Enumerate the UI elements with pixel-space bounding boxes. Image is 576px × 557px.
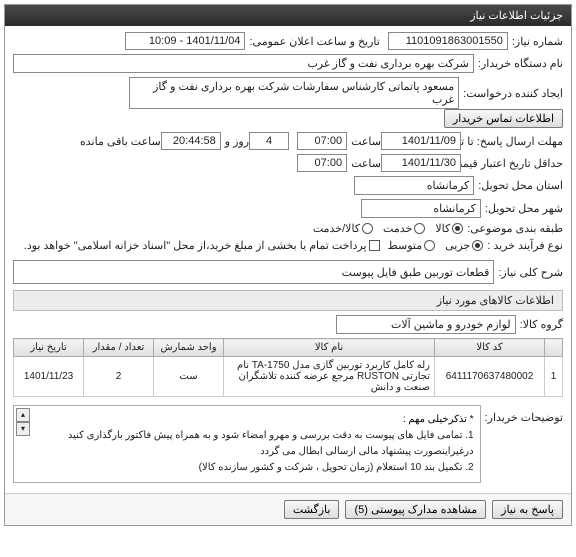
radio-goods-service-label: کالا/خدمت — [313, 222, 360, 235]
view-attachments-button[interactable]: مشاهده مدارک پیوستی (5) — [345, 500, 486, 519]
col-unit: واحد شمارش — [154, 339, 224, 357]
goods-table: کد کالا نام کالا واحد شمارش تعداد / مقدا… — [13, 338, 563, 397]
table-row[interactable]: 1 6411170637480002 رله کامل کاربرد توربی… — [14, 357, 563, 397]
cell-name: رله کامل کاربرد توربین گازی مدل TA-1750 … — [224, 357, 435, 397]
desc-label: شرح کلی نیاز: — [498, 266, 563, 279]
radio-medium[interactable]: متوسط — [388, 239, 436, 252]
col-name: نام کالا — [224, 339, 435, 357]
radio-goods-label: کالا — [435, 222, 450, 235]
deadline-time: 07:00 — [297, 132, 347, 150]
check-treasury[interactable]: پرداخت تمام یا بخشی از مبلغ خرید،از محل … — [20, 239, 380, 252]
radio-service[interactable]: خدمت — [383, 222, 425, 235]
need-no-label: شماره نیاز: — [512, 35, 563, 48]
radio-goods-service[interactable]: کالا/خدمت — [313, 222, 373, 235]
contact-buyer-button[interactable]: اطلاعات تماس خریدار — [444, 109, 563, 128]
cell-code: 6411170637480002 — [435, 357, 545, 397]
buyer-notes-label: توضیحات خریدار: — [485, 405, 563, 424]
cell-date: 1401/11/23 — [14, 357, 84, 397]
validity-time-label: ساعت — [351, 157, 381, 170]
radio-medium-label: متوسط — [388, 239, 423, 252]
cell-index: 1 — [545, 357, 563, 397]
city-value: کرمانشاه — [361, 199, 481, 218]
desc-value: قطعات توربین طبق فایل پیوست — [13, 260, 494, 284]
col-code: کد کالا — [435, 339, 545, 357]
class-label: طبقه بندی موضوعی: — [467, 222, 563, 235]
remain-suffix: ساعت باقی مانده — [80, 135, 161, 148]
validity-date: 1401/11/30 — [381, 154, 461, 172]
proc-note: پرداخت تمام یا بخشی از مبلغ خرید،از محل … — [24, 239, 367, 252]
note-star: * تذکرخیلی مهم : — [38, 412, 474, 428]
buyer-value: شرکت بهره برداری نفت و گاز غرب — [13, 54, 474, 73]
panel-title: جزئیات اطلاعات نیاز — [5, 5, 571, 26]
radio-small[interactable]: جزیی — [445, 239, 483, 252]
reply-button[interactable]: پاسخ به نیاز — [492, 500, 563, 519]
back-button[interactable]: بازگشت — [284, 500, 340, 519]
validity-label: حداقل تاریخ اعتبار قیمت: تا تاریخ: — [465, 157, 563, 170]
deadline-label: مهلت ارسال پاسخ: تا تاریخ: — [465, 135, 563, 148]
goods-group-value: لوازم خودرو و ماشین آلات — [336, 315, 516, 334]
goods-group-label: گروه کالا: — [520, 318, 563, 331]
announce-value: 1401/11/04 - 10:09 — [125, 32, 245, 50]
days-and-label: روز و — [225, 135, 249, 148]
validity-time: 07:00 — [297, 154, 347, 172]
note-line-1: 1. تمامی فایل های پیوست به دقت بررسی و م… — [38, 428, 474, 460]
note-line-2: 2. تکمیل بند 10 استعلام (زمان تحویل ، شر… — [38, 460, 474, 476]
proc-label: نوع فرآیند خرید : — [487, 239, 563, 252]
col-index — [545, 339, 563, 357]
creator-label: ایجاد کننده درخواست: — [463, 87, 563, 100]
cell-unit: ست — [154, 357, 224, 397]
province-value: کرمانشاه — [354, 176, 474, 195]
deadline-date: 1401/11/09 — [381, 132, 461, 150]
col-qty: تعداد / مقدار — [84, 339, 154, 357]
radio-small-label: جزیی — [445, 239, 470, 252]
scroll-down-icon[interactable]: ▾ — [16, 422, 30, 436]
table-header-row: کد کالا نام کالا واحد شمارش تعداد / مقدا… — [14, 339, 563, 357]
time-remaining: 20:44:58 — [161, 132, 221, 150]
goods-section-title: اطلاعات کالاهای مورد نیاز — [13, 290, 563, 311]
col-date: تاریخ نیاز — [14, 339, 84, 357]
city-label: شهر محل تحویل: — [485, 202, 563, 215]
announce-label: تاریخ و ساعت اعلان عمومی: — [249, 35, 379, 48]
province-label: استان محل تحویل: — [478, 179, 563, 192]
scroll-up-icon[interactable]: ▴ — [16, 408, 30, 422]
deadline-time-label: ساعت — [351, 135, 381, 148]
buyer-label: نام دستگاه خریدار: — [478, 57, 563, 70]
need-no-value: 1101091863001550 — [388, 32, 508, 50]
buyer-notes-box: ▴ ▾ * تذکرخیلی مهم : 1. تمامی فایل های پ… — [13, 405, 481, 483]
days-remaining: 4 — [249, 132, 289, 150]
creator-value: مسعود پاتماتی کارشناس سفارشات شرکت بهره … — [129, 77, 459, 109]
cell-qty: 2 — [84, 357, 154, 397]
radio-goods[interactable]: کالا — [435, 222, 463, 235]
radio-service-label: خدمت — [383, 222, 412, 235]
